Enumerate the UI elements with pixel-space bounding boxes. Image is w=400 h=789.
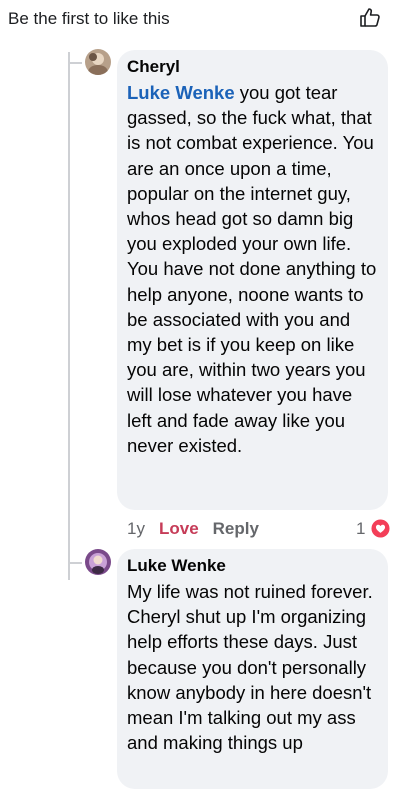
love-reaction-button[interactable]: Love (159, 519, 199, 538)
reactions-summary-bar: Be the first to like this (0, 0, 400, 38)
comment-text: My life was not ruined forever. Cheryl s… (127, 581, 373, 754)
comment-text: Luke Wenke you got tear gassed, so the f… (127, 80, 378, 458)
comment-author[interactable]: Cheryl (127, 56, 378, 78)
comment-bubble: Luke Wenke My life was not ruined foreve… (117, 549, 388, 789)
reactions-summary-text: Be the first to like this (8, 9, 170, 28)
thumbs-up-outline-icon[interactable] (358, 6, 382, 30)
comment-actions: 1y Love Reply (127, 516, 259, 542)
reply-button[interactable]: Reply (213, 519, 259, 538)
love-reaction-icon[interactable] (371, 519, 390, 538)
comment-bubble: Cheryl Luke Wenke you got tear gassed, s… (117, 50, 388, 510)
reaction-count[interactable]: 1 (356, 516, 365, 542)
mention-link[interactable]: Luke Wenke (127, 82, 235, 103)
comment-author[interactable]: Luke Wenke (127, 555, 378, 577)
comment-timestamp[interactable]: 1y (127, 519, 145, 538)
thread-connector-line (68, 52, 70, 522)
thread-connector-line (68, 562, 82, 564)
comment-body: you got tear gassed, so the fuck what, t… (127, 82, 377, 456)
thread-connector-line (68, 62, 82, 64)
avatar[interactable] (85, 49, 111, 75)
thread-connector-line (68, 520, 70, 580)
avatar[interactable] (85, 549, 111, 575)
